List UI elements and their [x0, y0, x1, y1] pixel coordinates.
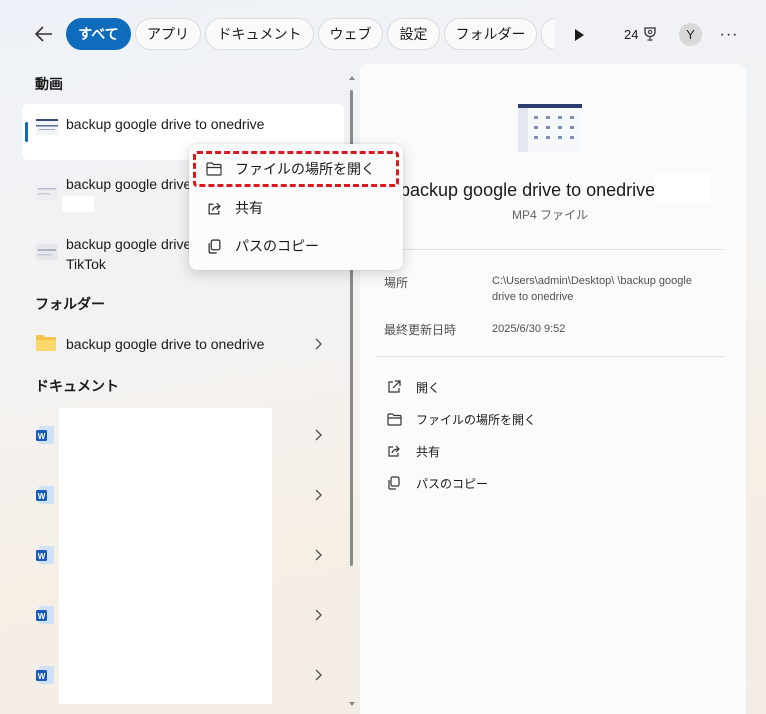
selection-indicator	[25, 122, 28, 142]
scroll-up-icon[interactable]	[348, 74, 356, 82]
top-bar: すべて アプリ ドキュメント ウェブ 設定 フォルダー 24 Y ···	[0, 0, 766, 66]
action-label: パスのコピー	[416, 476, 489, 491]
folder-result-1[interactable]: backup google drive to onedrive	[22, 316, 344, 372]
rewards-trophy-icon	[644, 27, 657, 41]
copy-icon	[205, 237, 223, 255]
filter-apps[interactable]: アプリ	[135, 18, 201, 50]
result-title: backup google drive	[66, 236, 192, 252]
modified-value: 2025/6/30 9:52	[492, 323, 566, 335]
location-value[interactable]: C:\Users\admin\Desktop\ \backup google d…	[492, 273, 714, 305]
preview-title: backup google drive to onedrive	[400, 180, 656, 200]
back-arrow-icon	[35, 26, 52, 42]
open-external-icon	[386, 379, 402, 395]
action-share[interactable]: 共有	[386, 440, 440, 462]
action-open[interactable]: 開く	[386, 376, 440, 398]
word-doc-icon: W	[36, 546, 54, 564]
video-thumbnail	[36, 244, 58, 260]
redacted-area	[62, 138, 124, 154]
filter-folders[interactable]: フォルダー	[444, 18, 537, 50]
preview-thumbnail	[518, 104, 582, 152]
location-label: 場所	[384, 276, 409, 290]
result-title: backup google drive to onedrive	[66, 116, 265, 132]
copy-icon	[386, 475, 402, 491]
more-dots-icon: ···	[719, 26, 739, 43]
preview-file-type: MP4 ファイル	[511, 208, 588, 222]
svg-text:W: W	[38, 552, 46, 561]
divider	[376, 356, 724, 357]
svg-text:W: W	[38, 672, 46, 681]
svg-text:W: W	[38, 432, 46, 441]
modified-label: 最終更新日時	[384, 323, 457, 337]
preview-panel: backup google drive to onedrive MP4 ファイル…	[360, 64, 746, 714]
rewards-points[interactable]: 24	[624, 26, 658, 42]
chevron-right-icon	[311, 428, 325, 442]
scroll-down-icon[interactable]	[348, 700, 356, 708]
filter-all[interactable]: すべて	[66, 18, 131, 50]
redacted-area	[62, 196, 94, 212]
share-icon	[386, 443, 402, 459]
action-label: ファイルの場所を開く	[416, 412, 537, 427]
action-copy-path[interactable]: パスのコピー	[386, 472, 488, 494]
action-label: 共有	[416, 444, 441, 459]
section-videos: 動画	[35, 76, 63, 92]
highlight-annotation	[193, 151, 399, 187]
action-label: 開く	[416, 380, 441, 395]
play-icon	[575, 29, 584, 41]
video-thumbnail	[36, 119, 58, 135]
ctx-item-label: パスのコピー	[235, 238, 319, 254]
points-value: 24	[624, 26, 639, 42]
chevron-right-icon	[311, 608, 325, 622]
divider	[376, 249, 724, 250]
action-open-file-location[interactable]: ファイルの場所を開く	[386, 408, 536, 430]
share-icon	[205, 199, 223, 217]
chevron-right-icon	[311, 548, 325, 562]
filter-settings[interactable]: 設定	[387, 18, 440, 50]
ctx-share[interactable]: 共有	[193, 191, 399, 225]
word-doc-icon: W	[36, 666, 54, 684]
result-subtitle: TikTok	[66, 256, 106, 272]
folder-icon	[36, 335, 56, 351]
section-documents: ドキュメント	[35, 378, 119, 394]
folder-open-icon	[386, 411, 402, 427]
chevron-right-icon	[311, 337, 325, 351]
chevron-right-icon	[311, 668, 325, 682]
chevron-right-icon	[311, 488, 325, 502]
redacted-document-titles	[59, 408, 272, 704]
section-folders: フォルダー	[35, 296, 105, 312]
result-title: backup google drive	[66, 176, 192, 192]
filter-web[interactable]: ウェブ	[318, 18, 383, 50]
redacted-area	[654, 174, 710, 202]
back-button[interactable]	[30, 20, 58, 48]
word-doc-icon: W	[36, 426, 54, 444]
word-doc-icon: W	[36, 486, 54, 504]
filter-overflow-pill[interactable]	[541, 18, 555, 50]
word-doc-icon: W	[36, 606, 54, 624]
ctx-copy-path[interactable]: パスのコピー	[193, 229, 399, 263]
svg-text:W: W	[38, 492, 46, 501]
more-options-button[interactable]: ···	[718, 24, 740, 46]
result-title: backup google drive to onedrive	[66, 336, 265, 352]
filter-documents[interactable]: ドキュメント	[205, 18, 314, 50]
scroll-filters-button[interactable]	[566, 22, 592, 48]
svg-text:W: W	[38, 612, 46, 621]
account-avatar[interactable]: Y	[679, 23, 702, 46]
ctx-item-label: 共有	[235, 200, 263, 216]
video-thumbnail	[36, 184, 58, 200]
